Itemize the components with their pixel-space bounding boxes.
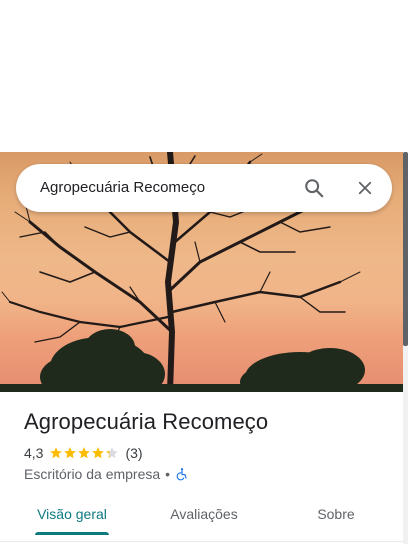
rating-stars — [49, 446, 119, 460]
review-count[interactable]: (3) — [125, 445, 142, 461]
close-icon — [358, 181, 372, 195]
wheelchair-accessible-icon — [176, 468, 187, 481]
place-title: Agropecuária Recomeço — [24, 409, 269, 434]
tab-reviews[interactable]: Avaliações — [132, 494, 276, 534]
star-icon — [78, 447, 91, 459]
search-icon — [305, 179, 324, 198]
star-icon — [106, 447, 119, 459]
search-button[interactable] — [298, 172, 330, 204]
category-row: Escritório da empresa • — [24, 465, 189, 483]
place-tabs: Visão geral Avaliações Sobre — [0, 494, 403, 536]
tab-about[interactable]: Sobre — [264, 494, 408, 534]
place-category: Escritório da empresa — [24, 466, 161, 482]
search-input[interactable] — [40, 164, 290, 212]
tabs-divider — [0, 541, 403, 542]
star-icon — [50, 447, 63, 459]
separator-dot: • — [165, 466, 171, 482]
blank-top-area — [0, 0, 408, 152]
active-tab-indicator — [35, 532, 109, 535]
rating-value: 4,3 — [24, 445, 44, 461]
star-icon — [64, 447, 77, 459]
clear-search-button[interactable] — [349, 172, 381, 204]
scrollbar[interactable] — [403, 152, 408, 544]
scrollbar-thumb[interactable] — [403, 152, 408, 346]
rating-row[interactable]: 4,3 (3) — [24, 444, 143, 462]
tab-overview[interactable]: Visão geral — [0, 494, 144, 534]
star-icon — [92, 447, 105, 459]
search-box[interactable] — [16, 164, 392, 212]
